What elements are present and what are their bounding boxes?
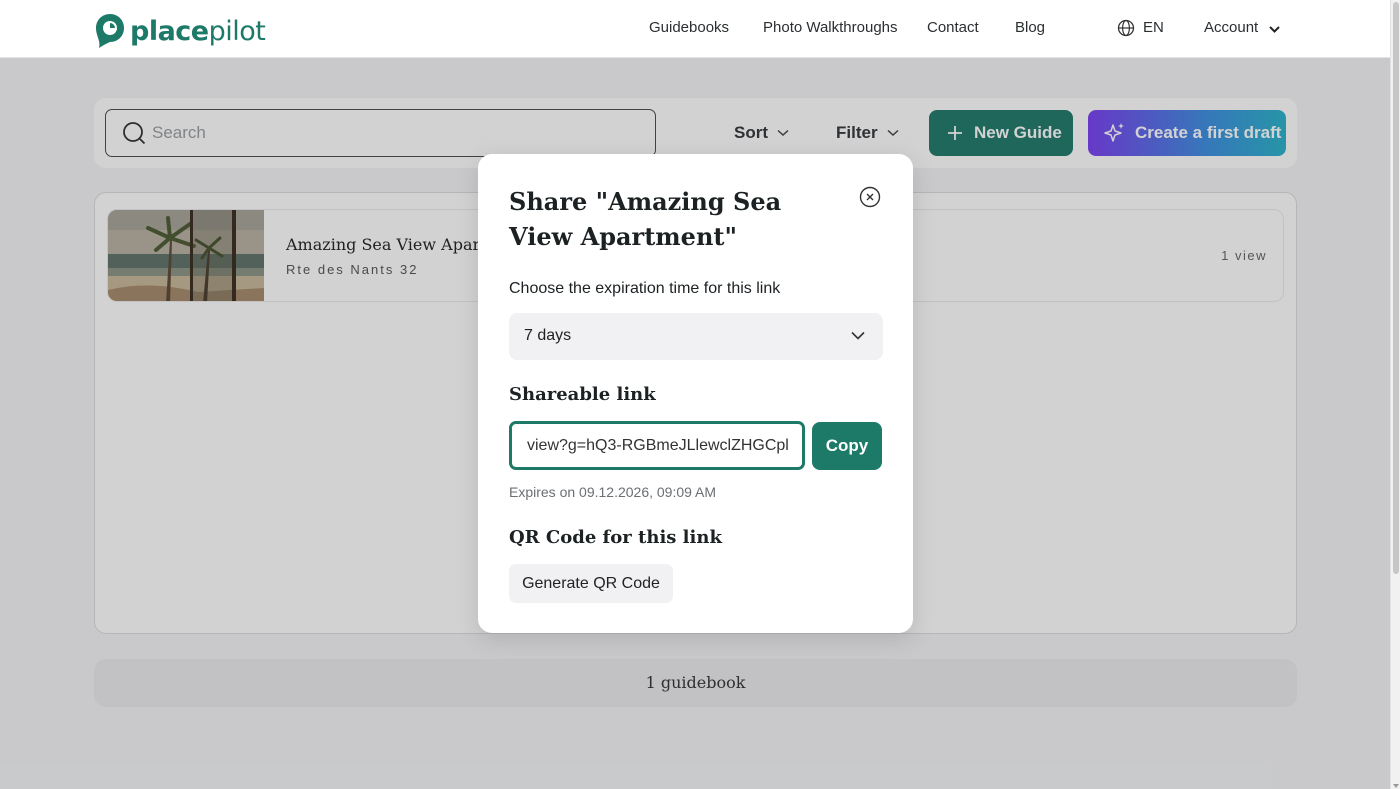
qr-code-heading: QR Code for this link xyxy=(509,527,722,548)
globe-icon[interactable] xyxy=(1117,19,1135,37)
scrollbar-thumb[interactable] xyxy=(1393,2,1399,574)
expiration-select[interactable]: 7 days xyxy=(509,313,883,360)
expiration-label: Choose the expiration time for this link xyxy=(509,280,781,297)
expiration-value: 7 days xyxy=(524,327,572,344)
modal-title: Share "Amazing Sea View Apartment" xyxy=(509,187,782,251)
share-modal: Share "Amazing Sea View Apartment" Choos… xyxy=(478,154,913,633)
nav-contact[interactable]: Contact xyxy=(927,19,979,36)
language-selector[interactable]: EN xyxy=(1143,19,1164,36)
chevron-down-icon xyxy=(851,331,865,340)
nav-guidebooks[interactable]: Guidebooks xyxy=(649,19,729,36)
nav-blog[interactable]: Blog xyxy=(1015,19,1045,36)
shareable-link-input[interactable] xyxy=(509,421,805,470)
scroll-down-arrow-icon[interactable] xyxy=(1393,784,1399,788)
logo-wordmark: placepilot xyxy=(130,15,266,47)
logo-pin-icon xyxy=(96,14,124,48)
expires-text: Expires on 09.12.2026, 09:09 AM xyxy=(509,484,717,500)
copy-button[interactable]: Copy xyxy=(812,422,882,470)
chevron-down-icon[interactable] xyxy=(1268,24,1281,34)
generate-qr-code-button[interactable]: Generate QR Code xyxy=(509,564,673,603)
account-menu[interactable]: Account xyxy=(1204,19,1258,36)
page-scrollbar[interactable] xyxy=(1390,0,1400,789)
placepilot-logo[interactable]: placepilot xyxy=(95,13,266,49)
shareable-link-heading: Shareable link xyxy=(509,384,656,405)
close-icon[interactable] xyxy=(859,186,881,208)
nav-photo-walkthroughs[interactable]: Photo Walkthroughs xyxy=(763,19,898,36)
top-header: placepilot Guidebooks Photo Walkthroughs… xyxy=(0,0,1390,58)
